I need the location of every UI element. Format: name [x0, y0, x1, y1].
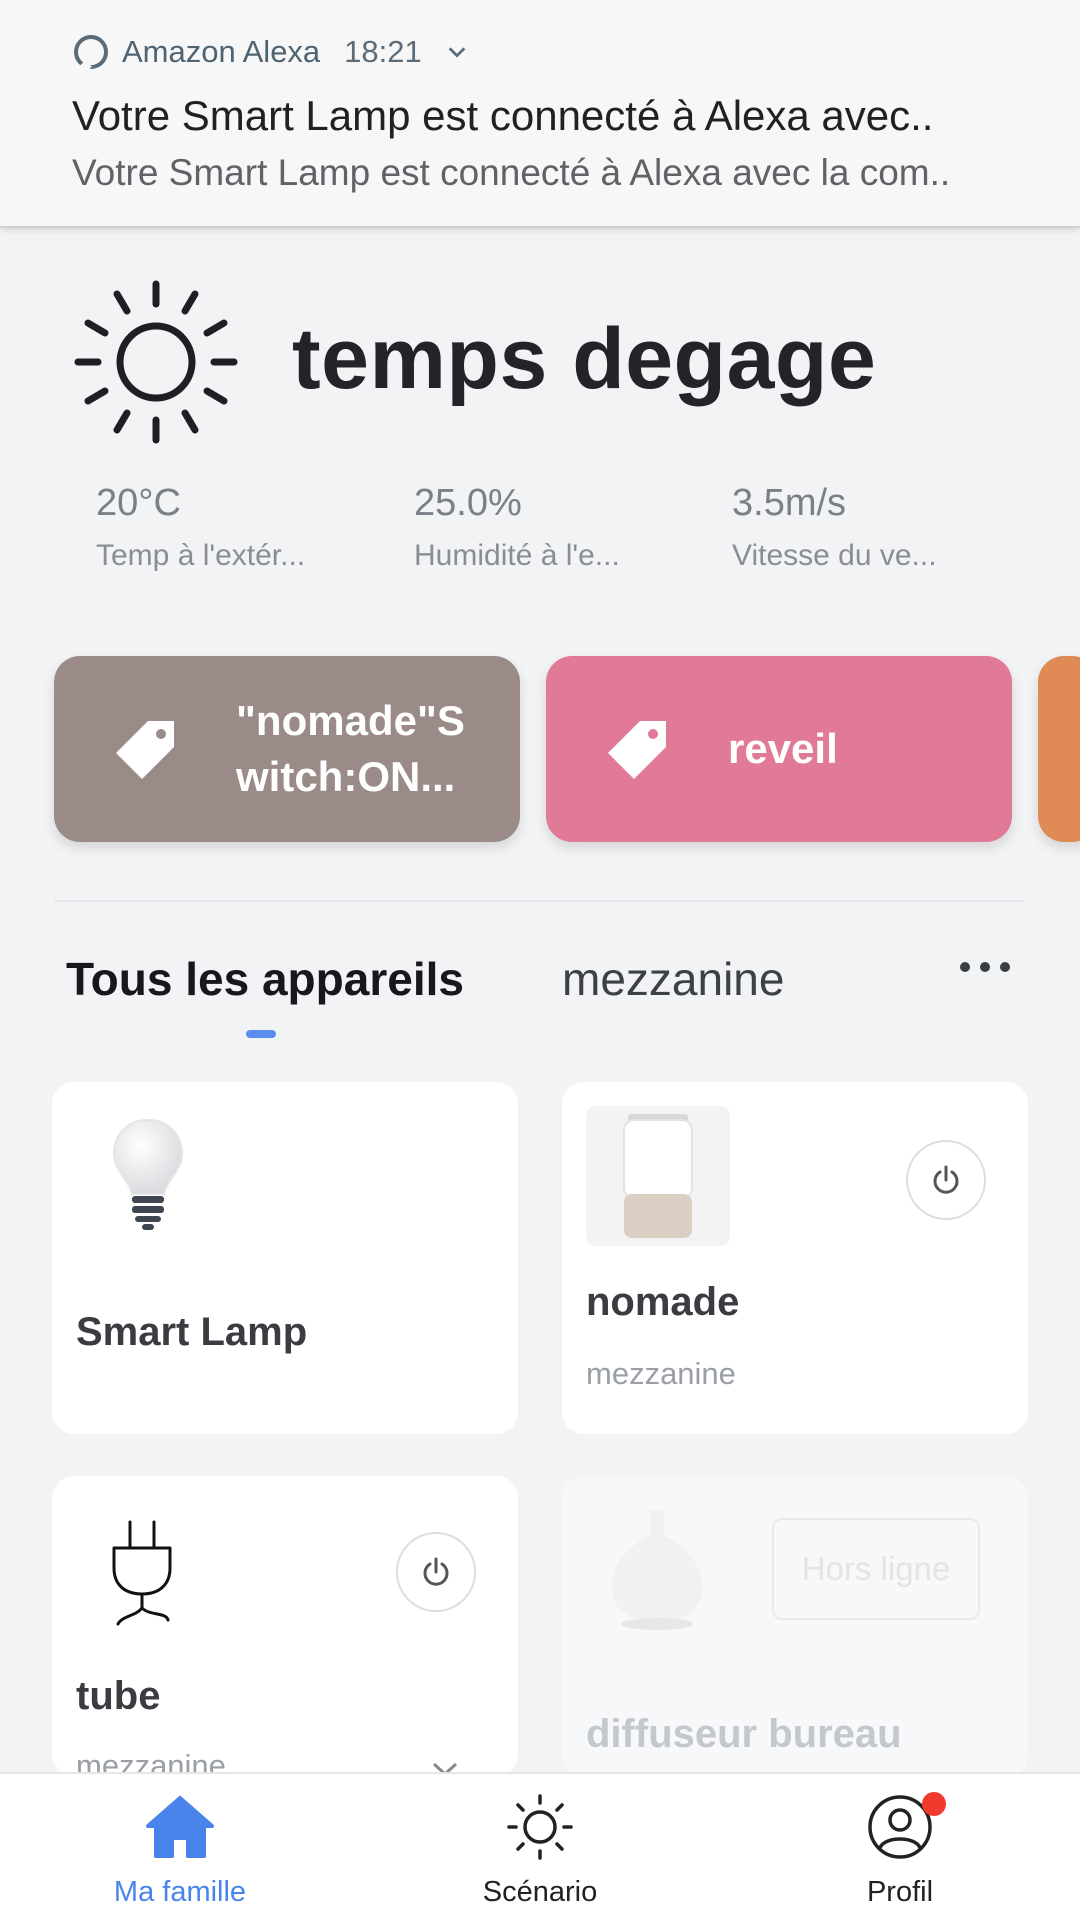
device-room: mezzanine	[586, 1356, 736, 1391]
weather-condition: temps degage	[292, 311, 877, 407]
device-card-tube[interactable]: tube mezzanine	[52, 1476, 518, 1783]
scene-label: "nomade"Switch:ON...	[236, 697, 465, 800]
diffuser-icon	[611, 1510, 703, 1630]
nav-scenario[interactable]: Scénario	[430, 1794, 650, 1909]
nav-label: Profil	[866, 1876, 934, 1908]
tab-mezzanine[interactable]: mezzanine	[562, 952, 784, 1006]
dot-icon	[980, 962, 990, 972]
notification-time: 18:21	[344, 34, 422, 69]
divider	[54, 900, 1024, 902]
stat-value: 20°C	[96, 482, 181, 524]
light-bulb-icon	[112, 1118, 184, 1230]
device-card-diffuseur-bureau[interactable]: Hors ligne diffuseur bureau	[562, 1476, 1028, 1776]
stat-humidity: 25.0% Humidité à l'e...	[414, 482, 674, 573]
stat-wind: 3.5m/s Vitesse du ve...	[732, 482, 992, 573]
device-name: nomade	[586, 1280, 740, 1324]
notification-app-name: Amazon Alexa	[122, 34, 321, 69]
stat-temperature: 20°C Temp à l'extér...	[96, 482, 356, 573]
device-name: tube	[76, 1674, 161, 1718]
scene-label: reveil	[728, 725, 838, 772]
humidifier-icon	[586, 1106, 730, 1246]
power-icon	[423, 1557, 449, 1586]
notification-badge	[922, 1792, 946, 1816]
nav-label: Ma famille	[113, 1876, 247, 1908]
notification-body: Votre Smart Lamp est connecté à Alexa av…	[72, 152, 951, 193]
power-button[interactable]	[396, 1532, 476, 1612]
bottom-navigation: Ma famille Scénario Profil	[0, 1772, 1080, 1920]
stat-label: Humidité à l'e...	[414, 539, 620, 572]
power-icon	[933, 1165, 959, 1194]
home-icon	[146, 1796, 214, 1858]
nav-profil[interactable]: Profil	[790, 1792, 1010, 1909]
stat-value: 3.5m/s	[732, 482, 847, 524]
scene-card-nomade[interactable]: "nomade"Switch:ON...	[54, 656, 520, 842]
chevron-down-icon[interactable]	[446, 41, 468, 63]
dot-icon	[960, 962, 970, 972]
device-card-smart-lamp[interactable]: Smart Lamp	[52, 1082, 518, 1434]
tab-all-devices[interactable]: Tous les appareils	[66, 952, 464, 1006]
device-name: Smart Lamp	[76, 1310, 308, 1354]
notification-header: Amazon Alexa 18:21	[74, 30, 468, 74]
nav-ma-famille[interactable]: Ma famille	[70, 1794, 290, 1909]
alexa-icon	[74, 35, 108, 69]
stat-label: Vitesse du ve...	[732, 539, 937, 572]
stat-value: 25.0%	[414, 482, 522, 524]
more-options-button[interactable]	[960, 962, 1010, 972]
offline-badge: Hors ligne	[772, 1518, 980, 1620]
device-card-nomade[interactable]: nomade mezzanine	[562, 1082, 1028, 1434]
sun-icon	[74, 280, 238, 444]
sun-icon	[507, 1794, 573, 1860]
plug-icon	[112, 1520, 172, 1626]
dot-icon	[1000, 962, 1010, 972]
notification-title: Votre Smart Lamp est connecté à Alexa av…	[72, 92, 934, 139]
power-button[interactable]	[906, 1140, 986, 1220]
tag-icon	[608, 721, 666, 779]
alexa-notification[interactable]: Amazon Alexa 18:21 Votre Smart Lamp est …	[0, 0, 1080, 228]
device-name: diffuseur bureau	[586, 1712, 902, 1756]
scene-card-partial[interactable]	[1038, 656, 1080, 842]
stat-label: Temp à l'extér...	[96, 539, 306, 572]
tag-icon	[116, 721, 174, 779]
nav-label: Scénario	[482, 1876, 598, 1908]
scene-card-reveil[interactable]: reveil	[546, 656, 1012, 842]
active-tab-indicator	[246, 1030, 276, 1038]
